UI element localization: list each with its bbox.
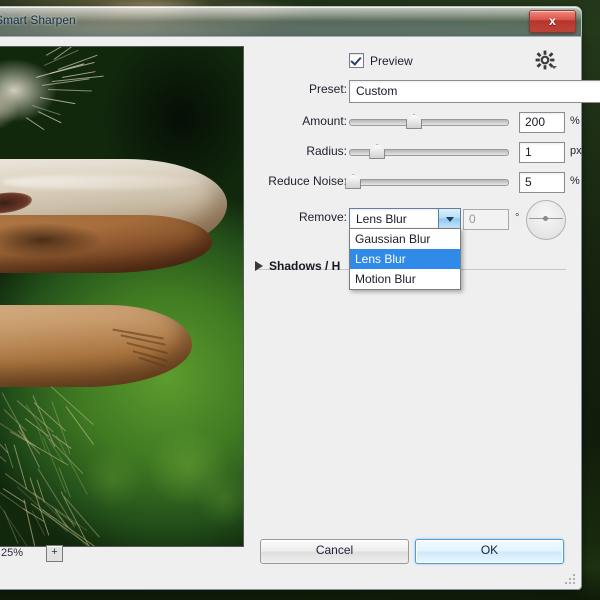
angle-value: 0 bbox=[469, 212, 476, 226]
angle-unit: ° bbox=[515, 212, 519, 224]
smart-sharpen-dialog: Smart Sharpen x 25% + bbox=[0, 6, 582, 590]
preset-label: Preset: bbox=[309, 82, 347, 96]
window-titlebar[interactable]: Smart Sharpen x bbox=[0, 6, 582, 37]
ok-button[interactable]: OK bbox=[415, 539, 564, 564]
radius-input[interactable]: 1 bbox=[519, 142, 565, 163]
remove-option-gaussian-blur[interactable]: Gaussian Blur bbox=[350, 229, 460, 249]
preset-select[interactable]: Custom bbox=[349, 80, 600, 103]
window-title: Smart Sharpen bbox=[0, 13, 76, 27]
shadows-highlights-label: Shadows / H bbox=[269, 259, 340, 273]
radius-label: Radius: bbox=[306, 144, 347, 158]
preview-checkbox-label: Preview bbox=[370, 54, 413, 68]
preview-image bbox=[0, 47, 243, 546]
amount-label: Amount: bbox=[302, 114, 347, 128]
preview-checkbox[interactable]: Preview bbox=[349, 53, 413, 68]
amount-slider[interactable] bbox=[349, 113, 509, 129]
preview-pane[interactable] bbox=[0, 46, 244, 547]
radius-slider[interactable] bbox=[349, 143, 509, 159]
reduce-noise-slider[interactable] bbox=[349, 173, 509, 189]
resize-grip[interactable] bbox=[565, 574, 577, 586]
angle-dial-icon[interactable] bbox=[526, 200, 566, 240]
remove-option-motion-blur[interactable]: Motion Blur bbox=[350, 269, 460, 289]
chevron-down-icon[interactable] bbox=[551, 66, 557, 69]
radius-slider-thumb[interactable] bbox=[369, 144, 385, 159]
chevron-down-icon[interactable] bbox=[438, 209, 460, 228]
remove-label: Remove: bbox=[299, 210, 347, 224]
angle-dial-hub bbox=[543, 216, 548, 221]
titlebar-glass-reflection bbox=[0, 7, 581, 21]
amount-value: 200 bbox=[525, 115, 545, 129]
zoom-in-button[interactable]: + bbox=[46, 545, 63, 562]
radius-value: 1 bbox=[525, 145, 532, 159]
preview-checkbox-box[interactable] bbox=[349, 53, 364, 68]
shadows-highlights-section[interactable]: Shadows / H bbox=[255, 259, 340, 273]
remove-value: Lens Blur bbox=[356, 212, 407, 226]
cancel-button[interactable]: Cancel bbox=[260, 539, 409, 564]
reduce-noise-slider-thumb[interactable] bbox=[345, 174, 361, 189]
angle-input[interactable]: 0 bbox=[463, 209, 509, 230]
amount-slider-track bbox=[349, 119, 509, 126]
controls-panel: Preview bbox=[255, 37, 581, 589]
reduce-noise-unit: % bbox=[570, 175, 580, 187]
amount-unit: % bbox=[570, 115, 580, 127]
preview-beak-highlight bbox=[2, 175, 202, 189]
reduce-noise-value: 5 bbox=[525, 175, 532, 189]
preview-jaw bbox=[0, 305, 192, 387]
radius-unit: px bbox=[570, 145, 582, 157]
remove-option-lens-blur[interactable]: Lens Blur bbox=[350, 249, 460, 269]
remove-dropdown-list[interactable]: Gaussian Blur Lens Blur Motion Blur bbox=[349, 228, 461, 290]
close-icon[interactable]: x bbox=[529, 10, 576, 33]
zoom-level-label: 25% bbox=[1, 547, 23, 559]
triangle-right-icon[interactable] bbox=[255, 261, 263, 271]
dialog-body: 25% + Preview bbox=[0, 36, 582, 590]
amount-input[interactable]: 200 bbox=[519, 112, 565, 133]
preset-value: Custom bbox=[356, 84, 397, 98]
reduce-noise-input[interactable]: 5 bbox=[519, 172, 565, 193]
amount-slider-thumb[interactable] bbox=[406, 114, 422, 129]
reduce-noise-label: Reduce Noise: bbox=[268, 174, 347, 188]
reduce-noise-slider-track bbox=[349, 179, 509, 186]
